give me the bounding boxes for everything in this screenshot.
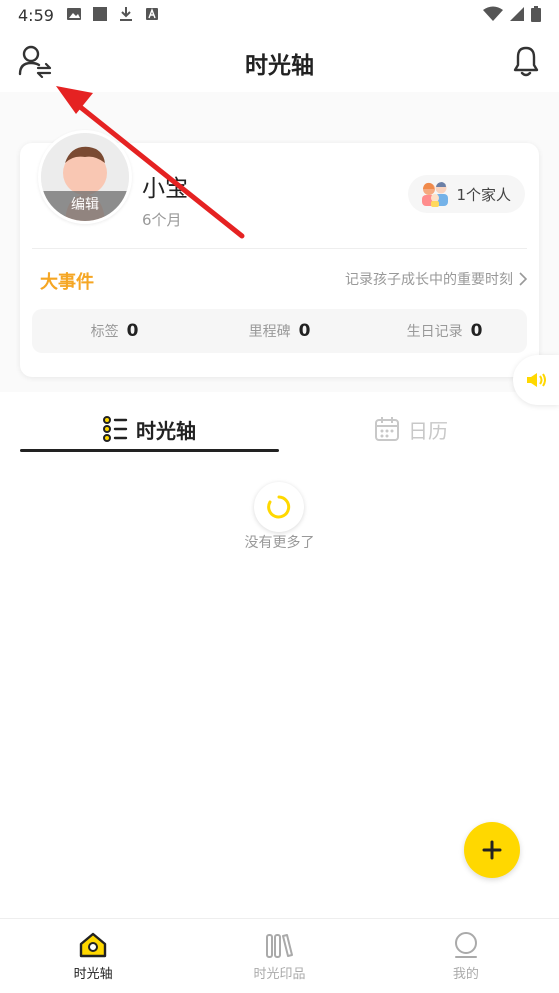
baby-name: 小宝 bbox=[142, 176, 188, 202]
tab-timeline[interactable]: 时光轴 bbox=[102, 405, 196, 453]
view-tabs: 时光轴 日历 bbox=[20, 405, 539, 453]
stat-label: 标签 bbox=[90, 324, 119, 340]
tab-timeline-label: 时光轴 bbox=[136, 418, 196, 443]
side-audio-tab[interactable] bbox=[513, 355, 559, 405]
avatar-edit-label[interactable]: 编辑 bbox=[41, 191, 129, 221]
status-time: 4:59 bbox=[18, 6, 54, 25]
stat-tags[interactable]: 标签 0 bbox=[32, 309, 197, 353]
page-title: 时光轴 bbox=[245, 53, 314, 79]
no-more-text: 没有更多了 bbox=[244, 535, 315, 551]
stat-value: 0 bbox=[298, 321, 311, 341]
divider bbox=[32, 248, 527, 249]
baby-age: 6个月 bbox=[142, 211, 182, 229]
font-icon bbox=[146, 8, 158, 20]
app-header: 时光轴 bbox=[0, 30, 559, 92]
timeline-icon bbox=[103, 416, 128, 442]
wifi-icon bbox=[483, 6, 503, 21]
stat-value: 0 bbox=[126, 321, 139, 341]
nav-label: 时光轴 bbox=[73, 967, 113, 982]
square-icon bbox=[93, 7, 107, 21]
stat-milestones[interactable]: 里程碑 0 bbox=[197, 309, 362, 353]
bottom-nav: 时光轴 时光印品 我的 bbox=[0, 918, 559, 993]
battery-icon bbox=[531, 6, 541, 22]
image-icon bbox=[67, 8, 81, 20]
chevron-right-icon bbox=[519, 272, 527, 286]
nav-timeline[interactable]: 时光轴 bbox=[0, 919, 186, 993]
download-icon bbox=[120, 7, 132, 21]
family-icon bbox=[422, 182, 449, 207]
bell-icon[interactable] bbox=[511, 44, 541, 78]
nav-label: 时光印品 bbox=[253, 967, 306, 982]
profile-card: 编辑 小宝 6个月 1个家人 大事件 记录孩子成长中的重要时刻 标签 0 里程碑… bbox=[20, 130, 539, 377]
nav-label: 我的 bbox=[452, 967, 479, 982]
calendar-icon bbox=[375, 417, 399, 441]
plus-icon bbox=[482, 840, 502, 860]
spinner-icon bbox=[267, 495, 291, 519]
stat-label: 里程碑 bbox=[248, 324, 291, 340]
books-icon bbox=[266, 934, 294, 958]
status-bar: 4:59 bbox=[0, 0, 559, 30]
loading-spinner bbox=[254, 482, 304, 532]
active-tab-indicator bbox=[20, 449, 279, 452]
stat-birthdays[interactable]: 生日记录 0 bbox=[362, 309, 527, 353]
events-title[interactable]: 大事件 bbox=[40, 268, 94, 294]
home-icon bbox=[79, 932, 107, 958]
family-count: 1个家人 bbox=[456, 185, 511, 204]
avatar[interactable]: 编辑 bbox=[38, 130, 132, 224]
events-hint-text: 记录孩子成长中的重要时刻 bbox=[345, 272, 513, 288]
stats-bar: 标签 0 里程碑 0 生日记录 0 bbox=[32, 309, 527, 353]
family-button[interactable]: 1个家人 bbox=[408, 175, 525, 213]
speaker-icon bbox=[527, 373, 546, 387]
tab-calendar-label: 日历 bbox=[408, 418, 448, 443]
tab-calendar[interactable]: 日历 bbox=[374, 405, 448, 453]
stat-value: 0 bbox=[470, 321, 483, 341]
events-hint[interactable]: 记录孩子成长中的重要时刻 bbox=[345, 269, 527, 289]
signal-icon bbox=[510, 7, 524, 21]
stat-label: 生日记录 bbox=[406, 324, 463, 340]
add-button[interactable] bbox=[464, 822, 520, 878]
profile-icon bbox=[454, 932, 477, 958]
nav-prints[interactable]: 时光印品 bbox=[186, 919, 372, 993]
nav-me[interactable]: 我的 bbox=[373, 919, 559, 993]
